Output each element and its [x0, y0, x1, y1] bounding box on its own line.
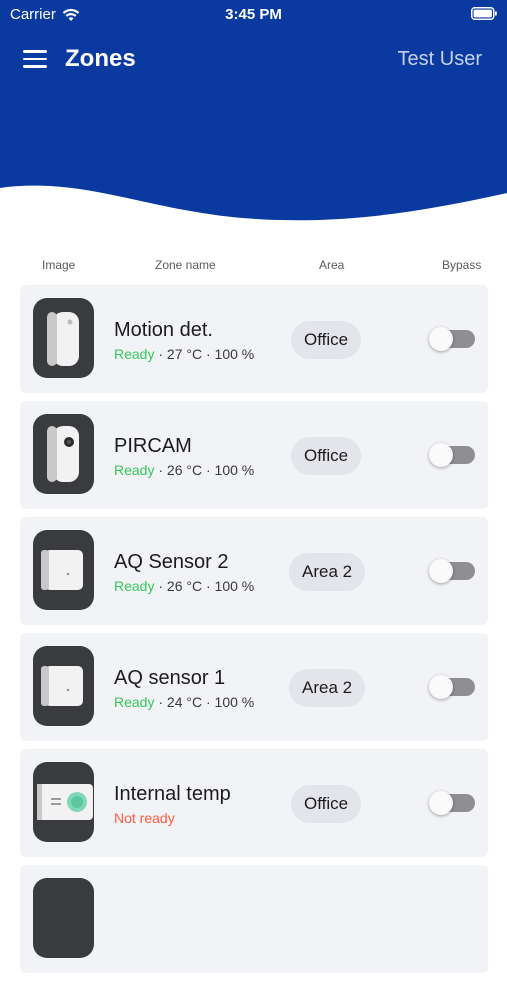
- air-quality-sensor-icon: [33, 530, 94, 610]
- bypass-toggle[interactable]: [429, 791, 475, 815]
- zone-row[interactable]: AQ Sensor 2 Ready · 26 °C · 100 % Area 2: [20, 517, 488, 625]
- column-header-image: Image: [42, 258, 76, 272]
- user-name[interactable]: Test User: [398, 48, 482, 71]
- menu-icon[interactable]: [23, 50, 47, 70]
- zone-name: PIRCAM: [114, 435, 192, 457]
- status-bar: Carrier 3:45 PM: [0, 0, 507, 30]
- zone-row[interactable]: PIRCAM Ready · 26 °C · 100 % Office: [20, 401, 488, 509]
- zone-row[interactable]: Internal temp Not ready Office: [20, 749, 488, 857]
- pir-camera-icon: [33, 414, 94, 494]
- zone-row[interactable]: AQ sensor 1 Ready · 24 °C · 100 % Area 2: [20, 633, 488, 741]
- header-wave-background: [0, 0, 507, 221]
- page-title: Zones: [65, 45, 136, 72]
- zone-status: Ready: [114, 346, 155, 362]
- zone-status-line: Ready · 26 °C · 100 %: [114, 578, 255, 594]
- bypass-toggle[interactable]: [429, 327, 475, 351]
- column-header-bypass: Bypass: [442, 258, 482, 272]
- zone-name: Motion det.: [114, 319, 213, 341]
- zone-list: Motion det. Ready · 27 °C · 100 % Office…: [20, 285, 488, 981]
- zone-area-pill[interactable]: Area 2: [289, 669, 366, 707]
- bypass-toggle[interactable]: [429, 675, 475, 699]
- zone-level: 100 %: [214, 694, 255, 710]
- zone-area-pill[interactable]: Office: [291, 437, 362, 475]
- column-header-area: Area: [319, 258, 345, 272]
- motion-detector-icon: [33, 298, 94, 378]
- zone-name: Internal temp: [114, 783, 231, 805]
- zone-row[interactable]: Motion det. Ready · 27 °C · 100 % Office: [20, 285, 488, 393]
- zone-temperature: 26 °C: [166, 578, 203, 594]
- zone-row-partial[interactable]: [20, 865, 488, 973]
- zone-status-line: Ready · 24 °C · 100 %: [114, 694, 255, 710]
- column-header-zone-name: Zone name: [155, 258, 216, 272]
- navigation-bar: Zones Test User: [0, 40, 507, 80]
- zone-temperature: 24 °C: [166, 694, 203, 710]
- zone-status: Ready: [114, 578, 155, 594]
- zone-area-pill[interactable]: Office: [291, 785, 362, 823]
- zone-name: AQ sensor 1: [114, 667, 226, 689]
- app-header: Carrier 3:45 PM Zones Test User: [0, 0, 507, 240]
- zone-status-line: Not ready: [114, 810, 175, 826]
- control-panel-icon: [33, 762, 94, 842]
- bypass-toggle[interactable]: [429, 559, 475, 583]
- air-quality-sensor-icon: [33, 646, 94, 726]
- zone-area-pill[interactable]: Area 2: [289, 553, 366, 591]
- device-icon: [33, 878, 94, 958]
- status-time: 3:45 PM: [225, 6, 282, 23]
- zone-status: Not ready: [114, 810, 175, 826]
- zone-area-pill[interactable]: Office: [291, 321, 362, 359]
- zone-status-line: Ready · 26 °C · 100 %: [114, 462, 255, 478]
- zone-status: Ready: [114, 694, 155, 710]
- zone-name: AQ Sensor 2: [114, 551, 229, 573]
- column-headers: Image Zone name Area Bypass: [0, 258, 507, 276]
- zone-temperature: 27 °C: [166, 346, 203, 362]
- battery-icon: [471, 7, 497, 20]
- zone-level: 100 %: [214, 462, 255, 478]
- zone-status-line: Ready · 27 °C · 100 %: [114, 346, 255, 362]
- zone-temperature: 26 °C: [166, 462, 203, 478]
- bypass-toggle[interactable]: [429, 443, 475, 467]
- zone-level: 100 %: [214, 578, 255, 594]
- zone-status: Ready: [114, 462, 155, 478]
- zone-level: 100 %: [214, 346, 255, 362]
